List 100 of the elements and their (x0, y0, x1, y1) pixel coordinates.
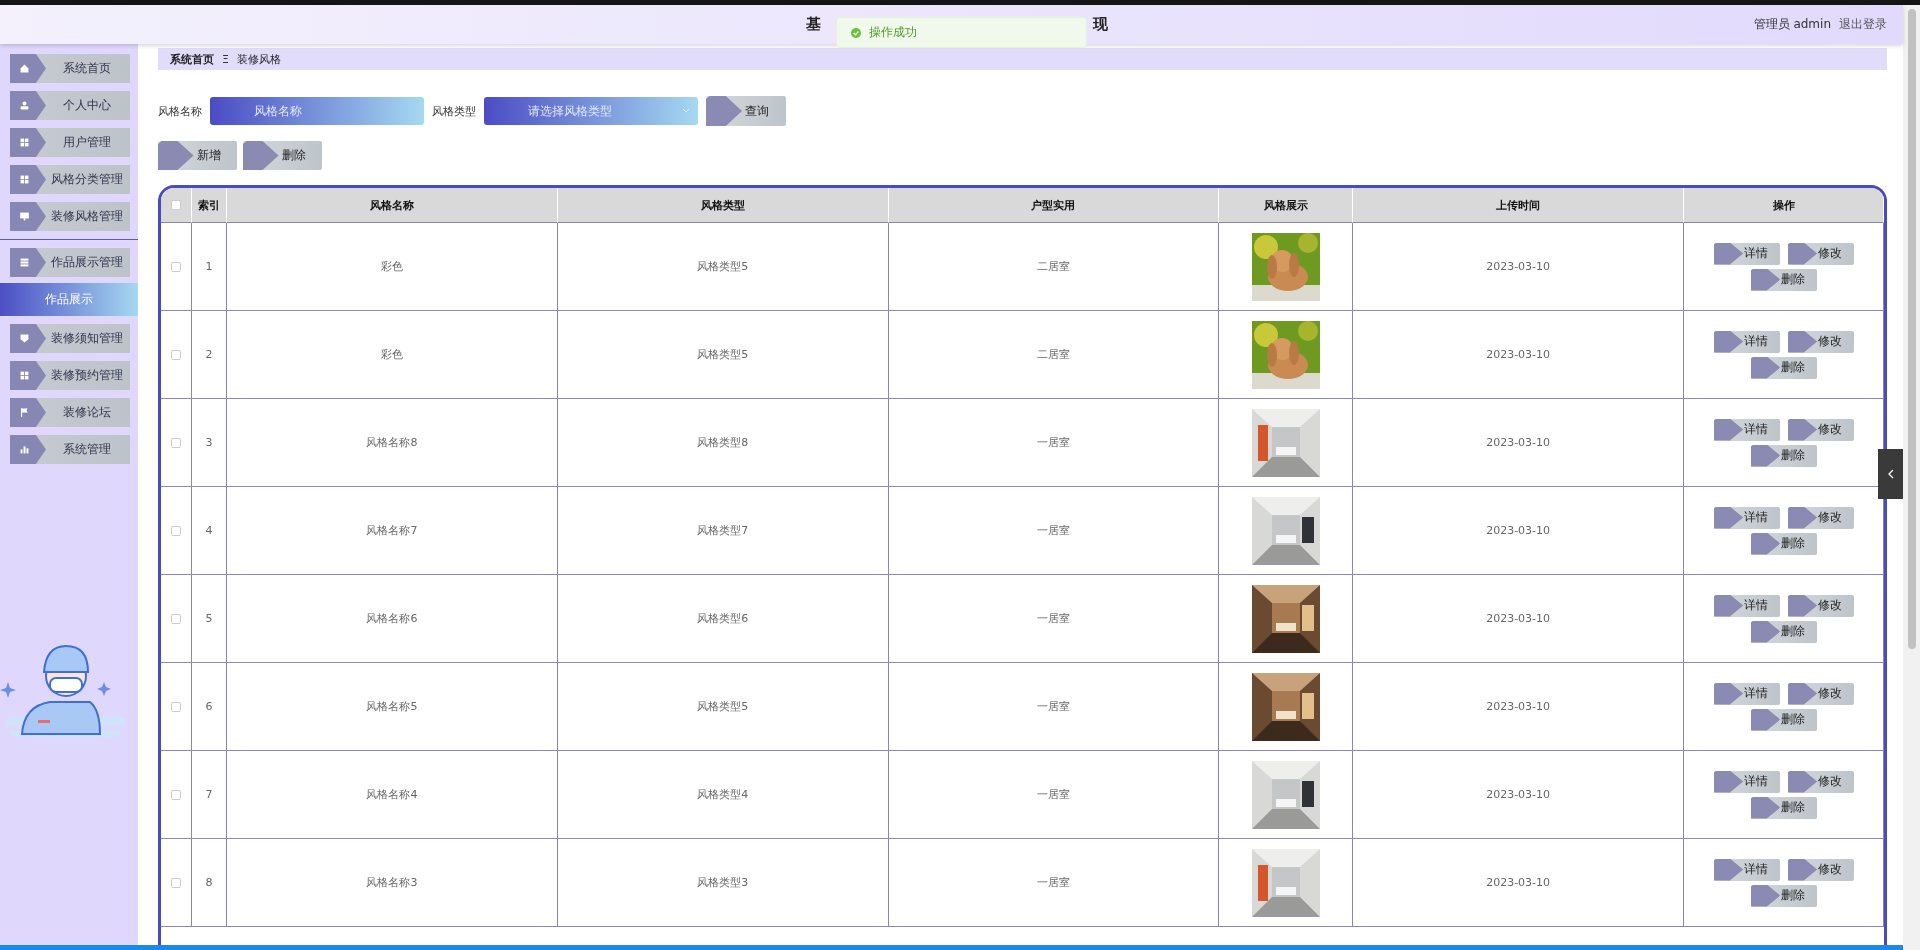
detail-button[interactable]: 详情 (1713, 418, 1780, 441)
add-button[interactable]: 新增 (158, 141, 237, 170)
edit-button[interactable]: 修改 (1787, 858, 1854, 881)
checkbox[interactable] (171, 789, 181, 800)
delete-button[interactable]: 删除 (1750, 356, 1817, 379)
input-field[interactable]: 风格名称 (210, 97, 424, 125)
sidebar-item[interactable]: 系统首页 (10, 54, 130, 83)
table-cell: 5 (192, 575, 227, 663)
delete-button[interactable]: 删除 (1750, 796, 1817, 819)
table-cell: 2023-03-10 (1353, 839, 1684, 927)
select-field[interactable]: 请选择风格类型 (484, 97, 698, 125)
scrollbar[interactable] (0, 945, 1903, 950)
table-cell: 风格名称6 (227, 575, 558, 663)
table-cell: 二居室 (888, 311, 1220, 399)
detail-button[interactable]: 详情 (1713, 242, 1780, 265)
table-cell: 3 (192, 399, 227, 487)
sidebar-item[interactable]: 作品展示管理 (10, 248, 130, 277)
delete-button[interactable]: 删除 (243, 141, 322, 170)
delete-button[interactable]: 删除 (1750, 532, 1817, 555)
table-cell: 一居室 (888, 487, 1220, 575)
table-cell: 一居室 (888, 663, 1220, 751)
breadcrumb-link[interactable]: 系统首页 (170, 51, 214, 67)
sidebar-item[interactable]: 装修风格管理 (10, 202, 130, 231)
column-header: 户型实用 (888, 188, 1220, 223)
table-cell: 2023-03-10 (1353, 399, 1684, 487)
edit-button[interactable]: 修改 (1787, 418, 1854, 441)
checkbox[interactable] (171, 701, 181, 712)
field-label: 风格名称 (158, 103, 202, 119)
table-cell: 风格名称7 (227, 487, 558, 575)
table-cell: 2023-03-10 (1353, 751, 1684, 839)
delete-button[interactable]: 删除 (1750, 708, 1817, 731)
logout-link[interactable]: 退出登录 (1839, 16, 1887, 33)
table-cell: 2 (192, 311, 227, 399)
breadcrumb-separator: Ξ (222, 52, 229, 66)
table-cell: 风格名称8 (227, 399, 558, 487)
monitor-icon (18, 211, 30, 222)
grid-icon (18, 370, 30, 381)
page-title: 现 (1092, 15, 1108, 34)
table-cell: 风格类型5 (557, 311, 889, 399)
table-cell: 风格类型4 (557, 751, 889, 839)
sidebar-item[interactable]: 个人中心 (10, 91, 130, 120)
sidebar-item[interactable]: 装修论坛 (10, 398, 130, 427)
checkbox[interactable] (171, 877, 181, 888)
chevron-left-icon (1887, 469, 1894, 479)
edit-button[interactable]: 修改 (1787, 594, 1854, 617)
check-circle-icon (851, 27, 861, 38)
table-cell: 2023-03-10 (1353, 311, 1684, 399)
delete-button[interactable]: 删除 (1750, 884, 1817, 907)
breadcrumb-link[interactable]: 装修风格 (236, 51, 281, 67)
sidebar-item[interactable]: 系统管理 (10, 435, 130, 464)
scrollbar[interactable] (1903, 5, 1920, 950)
table-cell: 风格名称3 (227, 839, 558, 927)
table-cell: 风格类型8 (557, 399, 889, 487)
checkbox[interactable] (171, 613, 181, 624)
detail-button[interactable]: 详情 (1713, 594, 1780, 617)
column-header: 风格名称 (227, 188, 558, 223)
checkbox[interactable] (171, 437, 181, 448)
detail-button[interactable]: 详情 (1713, 770, 1780, 793)
checkbox[interactable] (171, 525, 181, 536)
toast-message: 操作成功 (869, 24, 917, 41)
detail-button[interactable]: 详情 (1713, 506, 1780, 529)
edit-button[interactable]: 修改 (1787, 682, 1854, 705)
column-header: 风格类型 (557, 188, 889, 223)
user-label: 管理员 admin (1753, 16, 1831, 33)
collapse-tab[interactable] (1878, 449, 1903, 499)
delete-button[interactable]: 删除 (1750, 620, 1817, 643)
delete-button[interactable]: 删除 (1750, 444, 1817, 467)
table-cell: 彩色 (227, 223, 558, 311)
column-header: 操作 (1684, 188, 1884, 223)
table-cell: 一居室 (888, 751, 1220, 839)
list-icon (18, 257, 30, 268)
search-button[interactable]: 查询 (706, 96, 786, 126)
table-cell: 一居室 (888, 839, 1220, 927)
table-cell: 风格类型7 (557, 487, 889, 575)
grid-icon (18, 137, 30, 148)
column-header: 风格展示 (1219, 188, 1354, 223)
table-cell: 6 (192, 663, 227, 751)
checkbox[interactable] (171, 200, 181, 210)
delete-button[interactable]: 删除 (1750, 268, 1817, 291)
edit-button[interactable]: 修改 (1787, 506, 1854, 529)
detail-button[interactable]: 详情 (1713, 682, 1780, 705)
table-cell: 风格类型5 (557, 223, 889, 311)
sidebar-item[interactable]: 风格分类管理 (10, 165, 130, 194)
table-cell: 风格名称5 (227, 663, 558, 751)
edit-button[interactable]: 修改 (1787, 242, 1854, 265)
detail-button[interactable]: 详情 (1713, 858, 1780, 881)
page-title: 基 (805, 15, 821, 34)
sidebar-item[interactable]: 用户管理 (10, 128, 130, 157)
sidebar-item[interactable]: 装修须知管理 (10, 324, 130, 353)
table-cell: 风格类型3 (557, 839, 889, 927)
edit-button[interactable]: 修改 (1787, 330, 1854, 353)
table-cell: 2023-03-10 (1353, 487, 1684, 575)
column-header: 索引 (192, 188, 227, 223)
detail-button[interactable]: 详情 (1713, 330, 1780, 353)
table-cell: 风格类型5 (557, 663, 889, 751)
grid-icon (18, 174, 30, 185)
checkbox[interactable] (171, 349, 181, 360)
edit-button[interactable]: 修改 (1787, 770, 1854, 793)
sidebar-item[interactable]: 装修预约管理 (10, 361, 130, 390)
checkbox[interactable] (171, 261, 181, 272)
